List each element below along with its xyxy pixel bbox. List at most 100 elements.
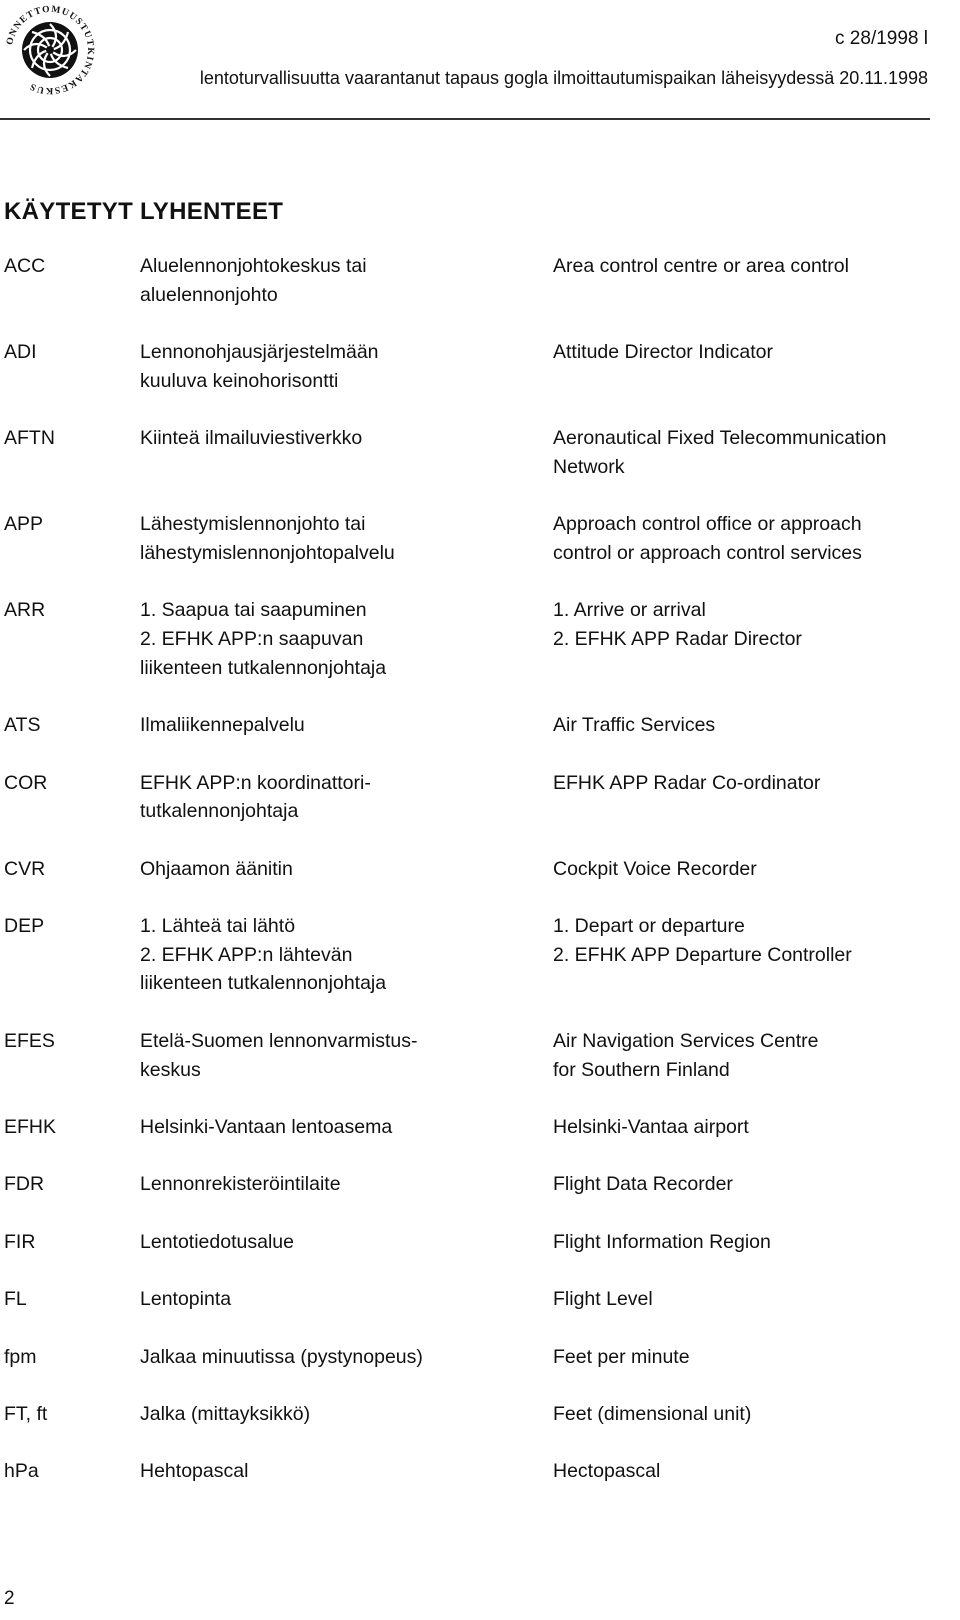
english-definition: Approach control office or approach contr… (553, 510, 953, 567)
english-definition-line: Network (553, 455, 625, 478)
abbreviation: fpm (4, 1345, 37, 1368)
abbreviation: CVR (4, 857, 46, 880)
abbreviation: ACC (4, 255, 46, 277)
english-definition-line: Area control centre or area control (553, 255, 849, 277)
finnish-definition-line: 2. EFHK APP:n saapuvan (140, 628, 364, 651)
abbreviation-row: AFTN Kiinteä ilmailuviestiverkko Aeronauti… (0, 424, 960, 510)
abbreviation-row: FT, ft Jalka (mittayksikkö) Feet (dimensio… (0, 1400, 960, 1457)
finnish-definition: Helsinki-Vantaan lentoasema (140, 1113, 520, 1142)
finnish-definition-line: liikenteen tutkalennonjohtaja (140, 656, 387, 679)
english-definition-line: Helsinki-Vantaa airport (553, 1115, 749, 1138)
abbreviation-row: APP Lähestymislennonjohto tai lähestymisle… (0, 510, 960, 596)
abbreviation-row: CVR Ohjaamon äänitin Cockpit Voice Recorde… (0, 855, 960, 912)
finnish-definition-line: Helsinki-Vantaan lentoasema (140, 1115, 393, 1138)
logo-spiral (22, 22, 78, 78)
finnish-definition: Lähestymislennonjohto tai lähestymislenno… (140, 510, 520, 567)
english-definition-line: for Southern Finland (553, 1058, 730, 1081)
abbreviation-row: ATS Ilmaliikennepalvelu Air Traffic Servic… (0, 711, 960, 768)
finnish-definition-line: lähestymislennonjohtopalvelu (140, 541, 395, 564)
finnish-definition: Kiinteä ilmailuviestiverkko (140, 424, 520, 453)
abbreviation: ADI (4, 341, 37, 364)
english-definition: Feet per minute (553, 1343, 953, 1372)
abbreviation-row: EFES Etelä-Suomen lennonvarmistus-keskus A… (0, 1027, 960, 1113)
english-definition-line: Flight Data Recorder (553, 1173, 733, 1196)
organization-logo: ONNETTOMUUSTUTKINTAKESKUS (2, 2, 98, 98)
english-definition: Flight Data Recorder (553, 1170, 953, 1199)
section-heading: KÄYTETYT LYHENTEET (4, 198, 284, 225)
abbreviation-row: COR EFHK APP:n koordinattori-tutkalennonj… (0, 769, 960, 855)
header-divider (0, 118, 930, 120)
finnish-definition-line: 1. Lähteä tai lähtö (140, 915, 296, 938)
english-definition: Area control centre or area control (553, 252, 953, 281)
english-definition: Hectopascal (553, 1457, 953, 1486)
abbreviation-list: ACC Aluelennonjohtokeskus tai aluelennonjo… (0, 252, 960, 1515)
finnish-definition-line: aluelennonjohto (140, 283, 278, 306)
finnish-definition: 1. Lähteä tai lähtö 2. EFHK APP:n lähtevä… (140, 912, 520, 998)
english-definition-line: control or approach control services (553, 541, 862, 564)
finnish-definition-line: Lentotiedotusalue (140, 1230, 294, 1253)
abbreviation: FL (4, 1288, 27, 1311)
finnish-definition-line: Lennonohjausjärjestelmään (140, 341, 379, 364)
finnish-definition: Lentopinta (140, 1285, 520, 1314)
finnish-definition-line: Lennonrekisteröintilaite (140, 1173, 341, 1196)
abbreviation: FIR (4, 1230, 36, 1253)
english-definition-line: Flight Level (553, 1288, 653, 1311)
english-definition: Attitude Director Indicator (553, 338, 953, 367)
document-id: c 28/1998 l (835, 28, 928, 49)
abbreviation: AFTN (4, 427, 55, 450)
finnish-definition: Hehtopascal (140, 1457, 520, 1486)
english-definition-line: Cockpit Voice Recorder (553, 857, 757, 880)
english-definition: EFHK APP Radar Co-ordinator (553, 769, 953, 798)
finnish-definition-line: tutkalennonjohtaja (140, 800, 299, 823)
abbreviation-row: FL Lentopinta Flight Level (0, 1285, 960, 1342)
english-definition-line: Approach control office or approach (553, 513, 862, 536)
abbreviation: FT, ft (4, 1402, 48, 1425)
finnish-definition: Lentotiedotusalue (140, 1228, 520, 1257)
finnish-definition: Aluelennonjohtokeskus tai aluelennonjohto (140, 252, 520, 309)
finnish-definition: Jalka (mittayksikkö) (140, 1400, 520, 1429)
finnish-definition: 1. Saapua tai saapuminen 2. EFHK APP:n sa… (140, 596, 520, 682)
finnish-definition-line: Kiinteä ilmailuviestiverkko (140, 427, 363, 450)
abbreviation-row: DEP 1. Lähteä tai lähtö 2. EFHK APP:n läht… (0, 912, 960, 1027)
abbreviation-row: ADI Lennonohjausjärjestelmään kuuluva kein… (0, 338, 960, 424)
finnish-definition-line: Ohjaamon äänitin (140, 857, 293, 880)
english-definition: Feet (dimensional unit) (553, 1400, 953, 1429)
english-definition: Flight Information Region (553, 1228, 953, 1257)
abbreviation: DEP (4, 915, 45, 938)
english-definition-line: Air Navigation Services Centre (553, 1029, 819, 1052)
finnish-definition-line: Lentopinta (140, 1288, 232, 1311)
abbreviation: EFHK (4, 1115, 57, 1138)
finnish-definition-line: Lähestymislennonjohto tai (140, 513, 366, 536)
english-definition-line: Flight Information Region (553, 1230, 771, 1253)
finnish-definition: Jalkaa minuutissa (pystynopeus) (140, 1343, 520, 1372)
english-definition-line: 1. Arrive or arrival (553, 599, 706, 622)
finnish-definition-line: Ilmaliikennepalvelu (140, 714, 305, 737)
english-definition: Air Traffic Services (553, 711, 953, 740)
english-definition-line: Feet per minute (553, 1345, 690, 1368)
english-definition-line: Attitude Director Indicator (553, 341, 774, 364)
abbreviation-row: FIR Lentotiedotusalue Flight Information R… (0, 1228, 960, 1285)
english-definition-line: EFHK APP Radar Co-ordinator (553, 771, 821, 794)
finnish-definition: Ilmaliikennepalvelu (140, 711, 520, 740)
english-definition: Cockpit Voice Recorder (553, 855, 953, 884)
finnish-definition: Etelä-Suomen lennonvarmistus-keskus (140, 1027, 520, 1084)
english-definition-line: Air Traffic Services (553, 714, 716, 737)
finnish-definition-line: kuuluva keinohorisontti (140, 369, 339, 392)
english-definition: 1. Arrive or arrival 2. EFHK APP Radar Di… (553, 596, 953, 653)
abbreviation-row: FDR Lennonrekisteröintilaite Flight Data R… (0, 1170, 960, 1227)
abbreviation: COR (4, 771, 48, 794)
page-number: 2 (4, 1588, 15, 1609)
abbreviation: ARR (4, 599, 46, 622)
finnish-definition: Lennonohjausjärjestelmään kuuluva keinoho… (140, 338, 520, 395)
finnish-definition: Ohjaamon äänitin (140, 855, 520, 884)
english-definition-line: Aeronautical Fixed Telecommunication (553, 427, 887, 450)
finnish-definition-line: Jalkaa minuutissa (pystynopeus) (140, 1345, 423, 1368)
english-definition: Helsinki-Vantaa airport (553, 1113, 953, 1142)
finnish-definition: Lennonrekisteröintilaite (140, 1170, 520, 1199)
english-definition-line: Feet (dimensional unit) (553, 1402, 752, 1425)
english-definition: Flight Level (553, 1285, 953, 1314)
english-definition-line: Hectopascal (553, 1460, 661, 1483)
abbreviation: ATS (4, 714, 41, 737)
finnish-definition-line: Etelä-Suomen lennonvarmistus- (140, 1029, 418, 1052)
abbreviation-row: ARR 1. Saapua tai saapuminen 2. EFHK APP:n… (0, 596, 960, 711)
